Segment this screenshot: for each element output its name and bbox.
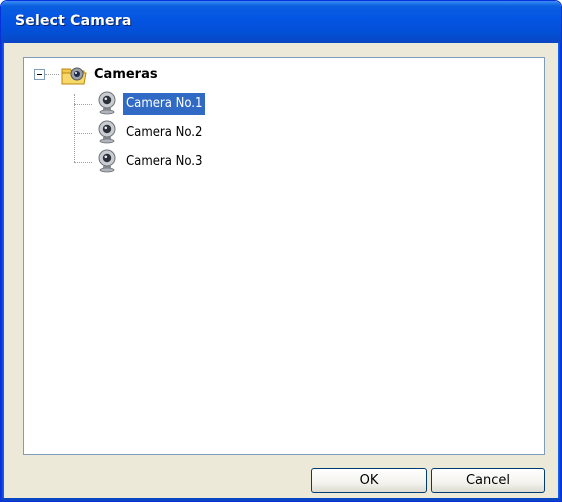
title-bar[interactable]: Select Camera xyxy=(1,1,561,43)
webcam-icon xyxy=(98,120,116,144)
tree-item-camera-2[interactable]: Camera No.2 xyxy=(123,122,205,144)
window-title: Select Camera xyxy=(15,13,132,29)
tree-root-label[interactable]: Cameras xyxy=(94,67,158,82)
tree-item-camera-1[interactable]: Camera No.1 xyxy=(123,93,206,115)
webcam-icon xyxy=(98,149,116,173)
camera-folder-icon xyxy=(61,67,87,85)
select-camera-dialog: Select Camera Cameras Camera No.1 Camera… xyxy=(0,0,562,502)
webcam-icon xyxy=(98,91,116,115)
tree-connector xyxy=(74,133,92,134)
ok-button[interactable]: OK xyxy=(311,468,427,493)
window-frame-right xyxy=(558,43,561,501)
tree-connector xyxy=(74,104,92,105)
cancel-button[interactable]: Cancel xyxy=(431,468,545,493)
tree-item-camera-3[interactable]: Camera No.3 xyxy=(123,151,205,173)
collapse-toggle-icon[interactable] xyxy=(34,69,45,80)
camera-tree-view[interactable]: Cameras Camera No.1 Camera No.2 Camera N… xyxy=(23,57,545,455)
window-frame-bottom xyxy=(1,498,561,501)
tree-connector xyxy=(74,162,92,163)
window-frame-left xyxy=(1,43,4,501)
tree-connector xyxy=(45,74,59,75)
